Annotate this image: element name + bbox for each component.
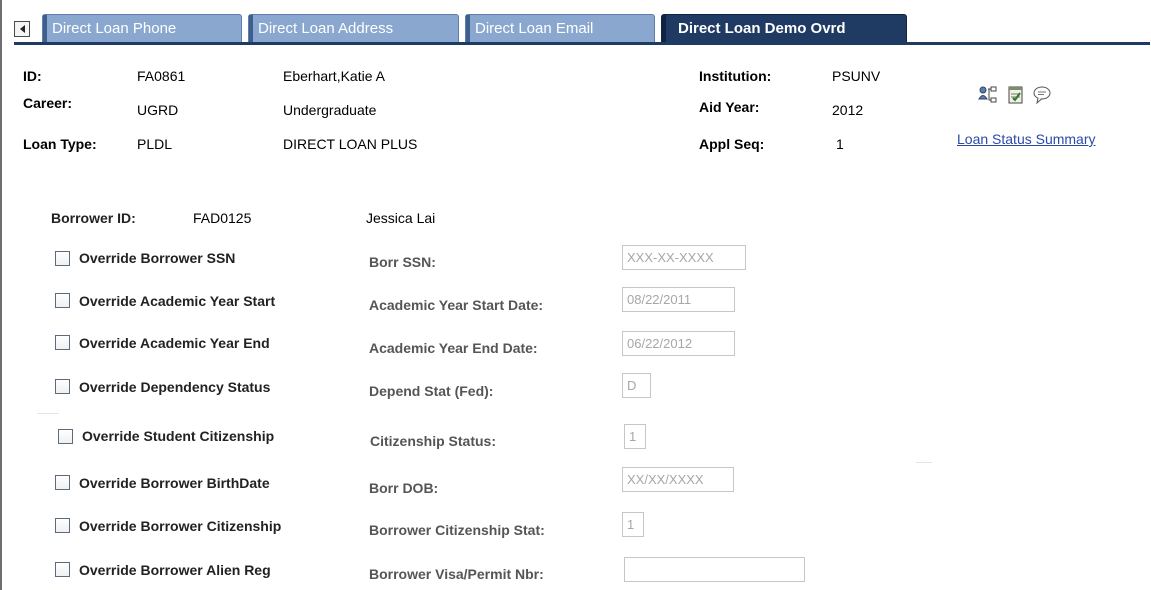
divider — [37, 413, 59, 414]
borr-dob-field[interactable]: XX/XX/XXXX — [622, 467, 734, 492]
id-value: FA0861 — [137, 68, 186, 84]
career-value: UGRD — [137, 102, 179, 118]
override-borrower-alien-reg-checkbox[interactable] — [55, 562, 70, 577]
loan-type-label: Loan Type: — [23, 136, 97, 152]
aid-year-value: 2012 — [832, 102, 864, 118]
tab-notch — [662, 15, 666, 42]
borrower-visa-permit-nbr-field[interactable] — [624, 557, 805, 582]
tab-label: Direct Loan Phone — [52, 20, 177, 37]
tab-notch — [249, 15, 253, 42]
borrower-id-label: Borrower ID: — [51, 210, 136, 226]
override-student-citizenship-checkbox[interactable] — [58, 429, 73, 444]
appl-seq-value: 1 — [836, 136, 844, 152]
academic-year-end-date-field[interactable]: 06/22/2012 — [622, 331, 735, 356]
divider — [916, 462, 932, 463]
tab-notch — [466, 15, 470, 42]
tab-label: Direct Loan Address — [258, 20, 394, 37]
override-academic-year-end-label: Override Academic Year End — [79, 335, 270, 351]
appl-seq-label: Appl Seq: — [699, 136, 765, 152]
borrower-citizenship-stat-label: Borrower Citizenship Stat: — [369, 522, 545, 538]
tab-underline — [14, 42, 1150, 45]
borr-ssn-label: Borr SSN: — [369, 254, 436, 270]
depend-stat-fed-label: Depend Stat (Fed): — [369, 383, 494, 399]
academic-year-end-date-label: Academic Year End Date: — [369, 340, 538, 356]
override-borrower-ssn-checkbox[interactable] — [55, 251, 70, 266]
override-academic-year-end-checkbox[interactable] — [55, 335, 70, 350]
citizenship-status-field[interactable]: 1 — [624, 424, 646, 449]
academic-year-start-date-label: Academic Year Start Date: — [369, 297, 544, 313]
borr-dob-label: Borr DOB: — [369, 480, 439, 496]
institution-value: PSUNV — [832, 68, 881, 84]
override-academic-year-start-checkbox[interactable] — [55, 293, 70, 308]
borrower-visa-permit-nbr-label: Borrower Visa/Permit Nbr: — [369, 566, 544, 582]
tab-direct-loan-demo-ovrd[interactable]: Direct Loan Demo Ovrd — [661, 14, 907, 42]
borr-ssn-field[interactable]: XXX-XX-XXXX — [622, 245, 746, 270]
override-borrower-alien-reg-label: Override Borrower Alien Reg — [79, 562, 271, 578]
career-description: Undergraduate — [283, 102, 377, 118]
academic-year-start-date-field[interactable]: 08/22/2011 — [622, 287, 735, 312]
borrower-citizenship-stat-field[interactable]: 1 — [622, 512, 644, 537]
override-student-citizenship-label: Override Student Citizenship — [82, 428, 275, 444]
tab-direct-loan-address[interactable]: Direct Loan Address — [248, 14, 459, 42]
institution-label: Institution: — [699, 68, 772, 84]
career-label: Career: — [23, 95, 73, 111]
override-borrower-citizenship-label: Override Borrower Citizenship — [79, 518, 282, 534]
notepad-check-icon[interactable] — [1006, 85, 1026, 105]
tab-scroll-left-button[interactable] — [14, 21, 30, 37]
override-borrower-birthdate-label: Override Borrower BirthDate — [79, 475, 270, 491]
tab-notch — [43, 15, 47, 42]
citizenship-status-label: Citizenship Status: — [370, 433, 497, 449]
override-borrower-birthdate-checkbox[interactable] — [55, 475, 70, 490]
borrower-name: Jessica Lai — [366, 210, 436, 226]
tab-label: Direct Loan Email — [475, 20, 594, 37]
page-left-border — [0, 0, 2, 590]
person-tree-icon[interactable] — [978, 85, 998, 105]
loan-type-description: DIRECT LOAN PLUS — [283, 136, 418, 152]
override-borrower-ssn-label: Override Borrower SSN — [79, 250, 236, 266]
tab-direct-loan-email[interactable]: Direct Loan Email — [465, 14, 655, 42]
student-name: Eberhart,Katie A — [283, 68, 385, 84]
aid-year-label: Aid Year: — [699, 99, 760, 115]
loan-status-summary-link[interactable]: Loan Status Summary — [957, 131, 1096, 147]
tab-label: Direct Loan Demo Ovrd — [678, 20, 846, 37]
chevron-left-icon — [19, 25, 25, 33]
depend-stat-fed-field[interactable]: D — [622, 373, 651, 398]
override-borrower-citizenship-checkbox[interactable] — [55, 518, 70, 533]
override-academic-year-start-label: Override Academic Year Start — [79, 293, 276, 309]
loan-type-value: PLDL — [137, 136, 173, 152]
tab-direct-loan-phone[interactable]: Direct Loan Phone — [42, 14, 242, 42]
speech-bubble-icon[interactable] — [1032, 85, 1052, 105]
borrower-id-value: FAD0125 — [193, 210, 252, 226]
override-dependency-status-label: Override Dependency Status — [79, 379, 271, 395]
id-label: ID: — [23, 68, 42, 84]
override-dependency-status-checkbox[interactable] — [55, 379, 70, 394]
